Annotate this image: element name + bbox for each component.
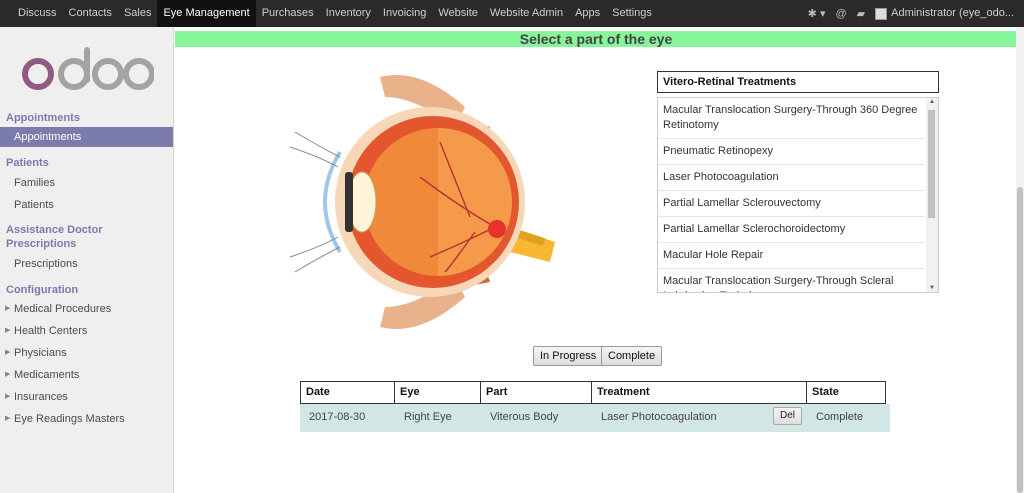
user-name: Administrator (eye_odo... bbox=[891, 7, 1014, 20]
complete-button[interactable]: Complete bbox=[601, 346, 663, 366]
treatment-item[interactable]: Macular Translocation Surgery-Through 36… bbox=[658, 98, 925, 139]
scrollbar-thumb[interactable] bbox=[928, 110, 935, 218]
table-header: Date Eye Part Treatment State bbox=[300, 381, 890, 404]
user-menu[interactable]: Administrator (eye_odo... bbox=[875, 7, 1014, 20]
main-content: Select a part of the eye Vitero-Retinal … bbox=[175, 27, 1024, 493]
treatments-scrollbar[interactable]: ▲ ▼ bbox=[926, 98, 938, 292]
col-state: State bbox=[807, 381, 886, 404]
bug-icon[interactable]: ✱ ▾ bbox=[808, 7, 826, 20]
treatment-item[interactable]: Partial Lamellar Sclerouvectomy bbox=[658, 191, 925, 217]
menu-website-admin[interactable]: Website Admin bbox=[484, 0, 569, 27]
menu-contacts[interactable]: Contacts bbox=[63, 0, 118, 27]
treatment-table: Date Eye Part Treatment State 2017-08-30… bbox=[300, 381, 890, 432]
cell-treatment: Laser Photocoagulation Del bbox=[592, 404, 807, 432]
systray: ✱ ▾ @ ▰ Administrator (eye_odo... bbox=[808, 0, 1024, 27]
col-treatment: Treatment bbox=[592, 381, 807, 404]
page-title: Select a part of the eye bbox=[175, 31, 1017, 47]
caret-right-icon: ▶ bbox=[5, 371, 11, 378]
sidebar-item-label: Eye Readings Masters bbox=[14, 413, 125, 425]
sidebar-item-prescriptions[interactable]: Prescriptions bbox=[0, 254, 173, 274]
treatment-item[interactable]: Macular Translocation Surgery-Through Sc… bbox=[658, 269, 925, 292]
menu-eye-management[interactable]: Eye Management bbox=[157, 0, 256, 27]
sidebar-item-appointments[interactable]: Appointments bbox=[0, 127, 173, 147]
caret-right-icon: ▶ bbox=[5, 327, 11, 334]
treatment-item[interactable]: Laser Photocoagulation bbox=[658, 165, 925, 191]
sidebar-item-eye-readings-masters[interactable]: ▶ Eye Readings Masters bbox=[0, 409, 173, 429]
top-navbar: Discuss Contacts Sales Eye Management Pu… bbox=[0, 0, 1024, 27]
top-menu: Discuss Contacts Sales Eye Management Pu… bbox=[0, 0, 658, 27]
cell-date: 2017-08-30 bbox=[309, 411, 366, 423]
in-progress-button[interactable]: In Progress bbox=[533, 346, 604, 366]
cell-state: Complete bbox=[816, 411, 864, 423]
sidebar-item-medicaments[interactable]: ▶ Medicaments bbox=[0, 365, 173, 385]
caret-right-icon: ▶ bbox=[5, 305, 11, 312]
eye-anatomy-image[interactable] bbox=[290, 57, 580, 347]
treatment-value: Laser Photocoagulation bbox=[601, 411, 717, 423]
cell-eye: Right Eye bbox=[404, 411, 452, 423]
col-date: Date bbox=[300, 381, 395, 404]
table-row: 2017-08-30 Right Eye Viterous Body Laser… bbox=[300, 404, 890, 432]
sidebar: Appointments Appointments Patients Famil… bbox=[0, 27, 174, 493]
caret-right-icon: ▶ bbox=[5, 393, 11, 400]
sidebar-item-label: Health Centers bbox=[14, 325, 88, 337]
cell-part: Viterous Body bbox=[490, 411, 559, 423]
section-patients: Patients bbox=[6, 157, 49, 169]
treatments-list: Macular Translocation Surgery-Through 36… bbox=[657, 97, 939, 293]
sidebar-item-label: Insurances bbox=[14, 391, 68, 403]
delete-button[interactable]: Del bbox=[772, 407, 802, 425]
sidebar-item-medical-procedures[interactable]: ▶ Medical Procedures bbox=[0, 299, 173, 319]
caret-right-icon: ▶ bbox=[5, 349, 11, 356]
sidebar-item-families[interactable]: Families bbox=[0, 173, 173, 193]
treatment-item[interactable]: Pneumatic Retinopexy bbox=[658, 139, 925, 165]
scrollbar-thumb[interactable] bbox=[1017, 187, 1023, 493]
sidebar-item-health-centers[interactable]: ▶ Health Centers bbox=[0, 321, 173, 341]
sidebar-item-label: Physicians bbox=[14, 347, 67, 359]
sidebar-item-insurances[interactable]: ▶ Insurances bbox=[0, 387, 173, 407]
page-scrollbar[interactable] bbox=[1016, 27, 1024, 493]
scroll-up-icon[interactable]: ▲ bbox=[929, 99, 935, 105]
odoo-logo bbox=[22, 47, 154, 90]
scroll-down-icon[interactable]: ▼ bbox=[929, 285, 935, 291]
section-assistance-doctor-prescriptions: Assistance Doctor Prescriptions bbox=[6, 224, 103, 250]
menu-apps[interactable]: Apps bbox=[569, 0, 606, 27]
menu-inventory[interactable]: Inventory bbox=[320, 0, 377, 27]
sidebar-item-label: Medicaments bbox=[14, 369, 80, 381]
col-part: Part bbox=[481, 381, 592, 404]
menu-website[interactable]: Website bbox=[432, 0, 484, 27]
sidebar-item-physicians[interactable]: ▶ Physicians bbox=[0, 343, 173, 363]
caret-right-icon: ▶ bbox=[5, 415, 11, 422]
avatar bbox=[875, 7, 888, 20]
treatments-header: Vitero-Retinal Treatments bbox=[657, 71, 939, 93]
menu-discuss[interactable]: Discuss bbox=[12, 0, 63, 27]
treatment-item[interactable]: Partial Lamellar Sclerochoroidectomy bbox=[658, 217, 925, 243]
section-configuration: Configuration bbox=[6, 284, 79, 296]
menu-invoicing[interactable]: Invoicing bbox=[377, 0, 432, 27]
sidebar-item-patients[interactable]: Patients bbox=[0, 195, 173, 215]
col-eye: Eye bbox=[395, 381, 481, 404]
sidebar-item-label: Medical Procedures bbox=[14, 303, 112, 315]
menu-sales[interactable]: Sales bbox=[118, 0, 158, 27]
menu-settings[interactable]: Settings bbox=[606, 0, 658, 27]
treatment-item[interactable]: Macular Hole Repair bbox=[658, 243, 925, 269]
chat-icon[interactable]: ▰ bbox=[857, 7, 865, 20]
at-icon[interactable]: @ bbox=[835, 8, 846, 20]
menu-purchases[interactable]: Purchases bbox=[256, 0, 320, 27]
section-appointments: Appointments bbox=[6, 112, 80, 124]
